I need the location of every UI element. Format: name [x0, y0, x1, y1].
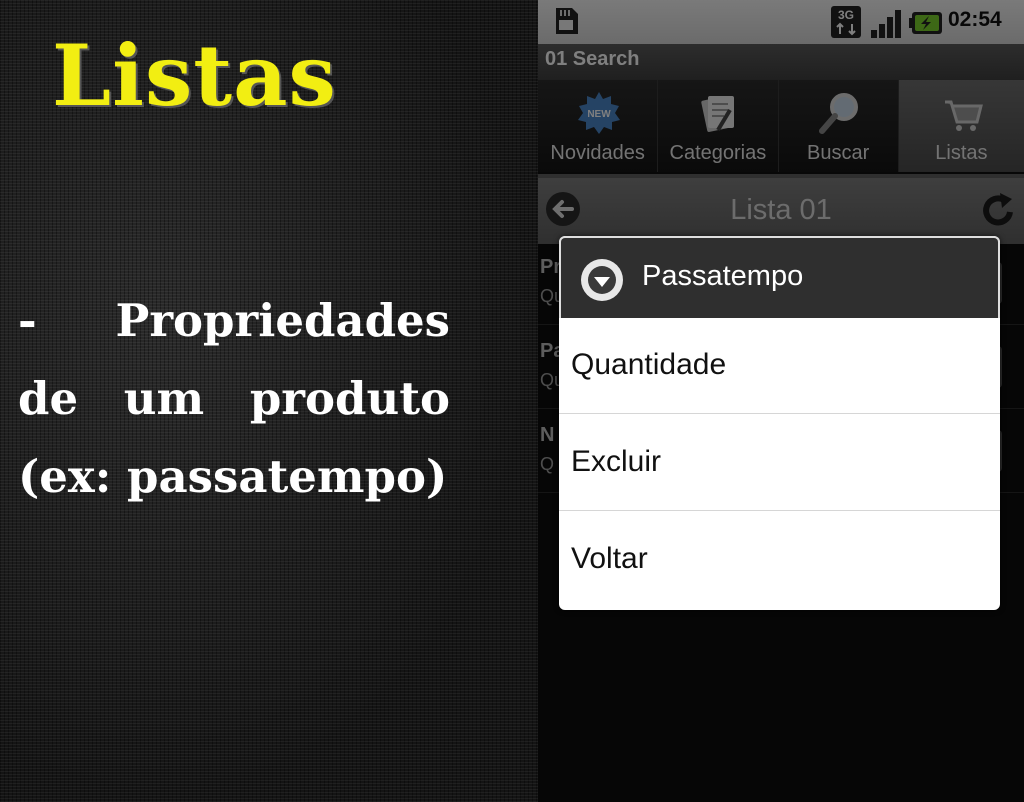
context-menu-dialog: Passatempo Quantidade Excluir Voltar: [559, 236, 1000, 610]
menu-item-label: Excluir: [571, 445, 662, 478]
dialog-header: Passatempo: [559, 236, 1000, 318]
phone-screen: 3G 02:54 01 Search NEW Novidades: [538, 0, 1024, 802]
menu-item-quantidade[interactable]: Quantidade: [559, 318, 1000, 414]
dropdown-circle-icon: [581, 259, 623, 301]
dialog-title: Passatempo: [642, 260, 804, 292]
slide-panel: Listas - Propriedades de um produto (ex:…: [0, 0, 538, 802]
slide-body-text: - Propriedades de um produto (ex: passat…: [18, 294, 450, 503]
menu-item-label: Quantidade: [571, 348, 727, 381]
menu-item-excluir[interactable]: Excluir: [559, 415, 1000, 511]
menu-item-voltar[interactable]: Voltar: [559, 512, 1000, 608]
menu-item-label: Voltar: [571, 542, 648, 575]
slide-title: Listas: [52, 26, 337, 125]
